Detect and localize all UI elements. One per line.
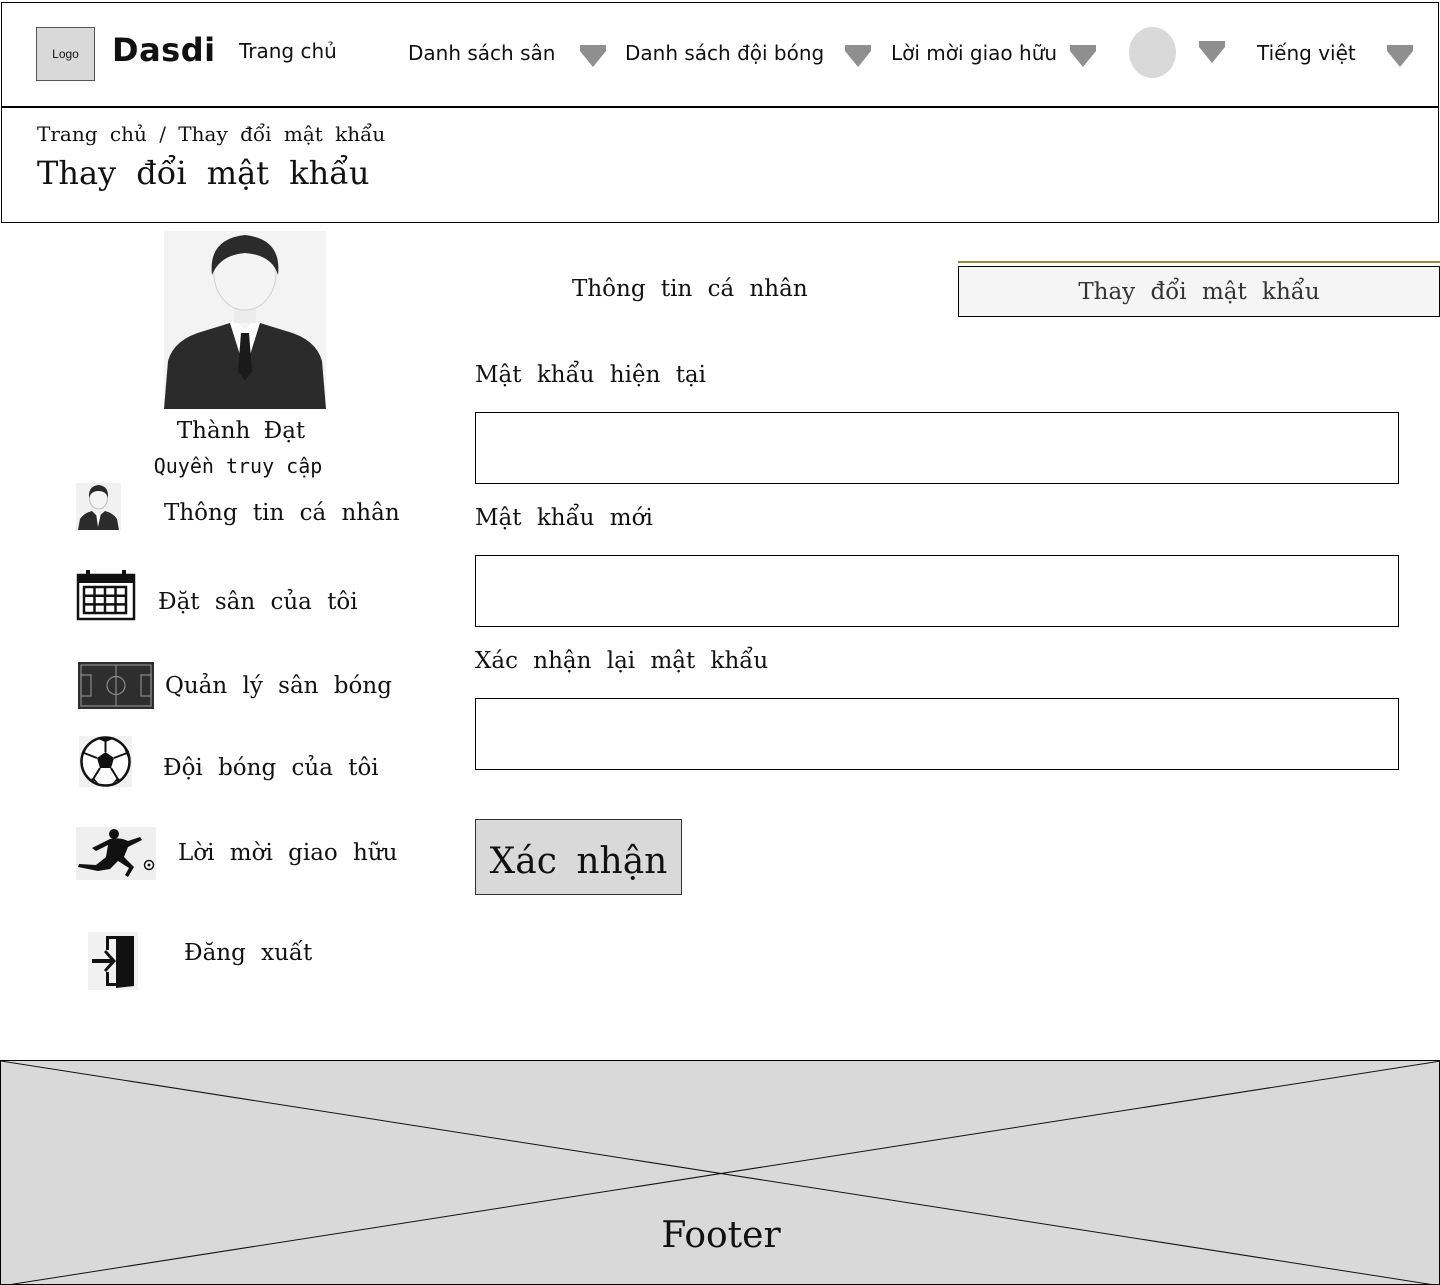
chevron-down-icon[interactable] bbox=[1070, 45, 1096, 67]
current-password-label: Mật khẩu hiện tại bbox=[475, 362, 706, 388]
breadcrumb-separator: / bbox=[159, 122, 166, 146]
footer: Footer bbox=[0, 1060, 1440, 1285]
breadcrumb: Trang chủ / Thay đổi mật khẩu bbox=[37, 122, 385, 146]
page-title: Thay đổi mật khẩu bbox=[37, 154, 370, 192]
submit-button[interactable]: Xác nhận bbox=[475, 819, 682, 895]
breadcrumb-current: Thay đổi mật khẩu bbox=[178, 122, 386, 146]
calendar-icon bbox=[76, 569, 136, 626]
tab-change-password-label: Thay đổi mật khẩu bbox=[1078, 278, 1320, 305]
sidebar-item-label: Đội bóng của tôi bbox=[163, 755, 379, 781]
tab-personal-info[interactable]: Thông tin cá nhân bbox=[572, 276, 808, 302]
tab-change-password[interactable]: Thay đổi mật khẩu bbox=[958, 266, 1440, 317]
sidebar-item-label: Quản lý sân bóng bbox=[165, 673, 392, 699]
new-password-input[interactable] bbox=[475, 555, 1399, 627]
user-name: Thành Đạt bbox=[176, 418, 306, 444]
sidebar-item-label: Thông tin cá nhân bbox=[164, 500, 400, 526]
nav-teams-link[interactable]: Danh sách đội bóng bbox=[625, 41, 824, 65]
logo[interactable]: Logo bbox=[36, 27, 95, 81]
breadcrumb-bar: Trang chủ / Thay đổi mật khẩu Thay đổi m… bbox=[1, 108, 1439, 223]
nav-fields-link[interactable]: Danh sách sân bbox=[408, 41, 555, 65]
footer-label: Footer bbox=[661, 1215, 781, 1256]
brand-name[interactable]: Dasdi bbox=[112, 31, 216, 69]
soccer-player-icon bbox=[76, 827, 156, 885]
top-navbar: Logo Dasdi Trang chủ Danh sách sân Danh … bbox=[1, 2, 1439, 108]
current-password-input[interactable] bbox=[475, 412, 1399, 484]
confirm-password-label: Xác nhận lại mật khẩu bbox=[475, 648, 769, 674]
profile-photo bbox=[164, 231, 326, 409]
person-icon bbox=[76, 483, 121, 535]
confirm-password-input[interactable] bbox=[475, 698, 1399, 770]
sidebar-item-label: Đặt sân của tôi bbox=[158, 589, 358, 615]
user-role: Quyền truy cập bbox=[153, 454, 323, 478]
chevron-down-icon[interactable] bbox=[845, 45, 871, 67]
new-password-label: Mật khẩu mới bbox=[475, 505, 653, 531]
logo-text: Logo bbox=[52, 47, 79, 61]
logout-icon bbox=[88, 932, 138, 995]
chevron-down-icon[interactable] bbox=[1387, 45, 1413, 67]
football-field-icon bbox=[78, 662, 154, 714]
sidebar-item-label: Lời mời giao hữu bbox=[178, 840, 398, 866]
soccer-ball-icon bbox=[79, 736, 132, 792]
nav-home-link[interactable]: Trang chủ bbox=[239, 39, 337, 63]
chevron-down-icon[interactable] bbox=[1199, 41, 1225, 63]
nav-invites-link[interactable]: Lời mời giao hữu bbox=[891, 41, 1057, 65]
chevron-down-icon[interactable] bbox=[580, 45, 606, 67]
breadcrumb-home-link[interactable]: Trang chủ bbox=[37, 122, 147, 146]
tab-divider bbox=[958, 261, 1440, 263]
language-selector[interactable]: Tiếng việt bbox=[1257, 41, 1356, 65]
sidebar-item-label: Đăng xuất bbox=[184, 940, 313, 966]
user-avatar[interactable] bbox=[1129, 27, 1176, 78]
